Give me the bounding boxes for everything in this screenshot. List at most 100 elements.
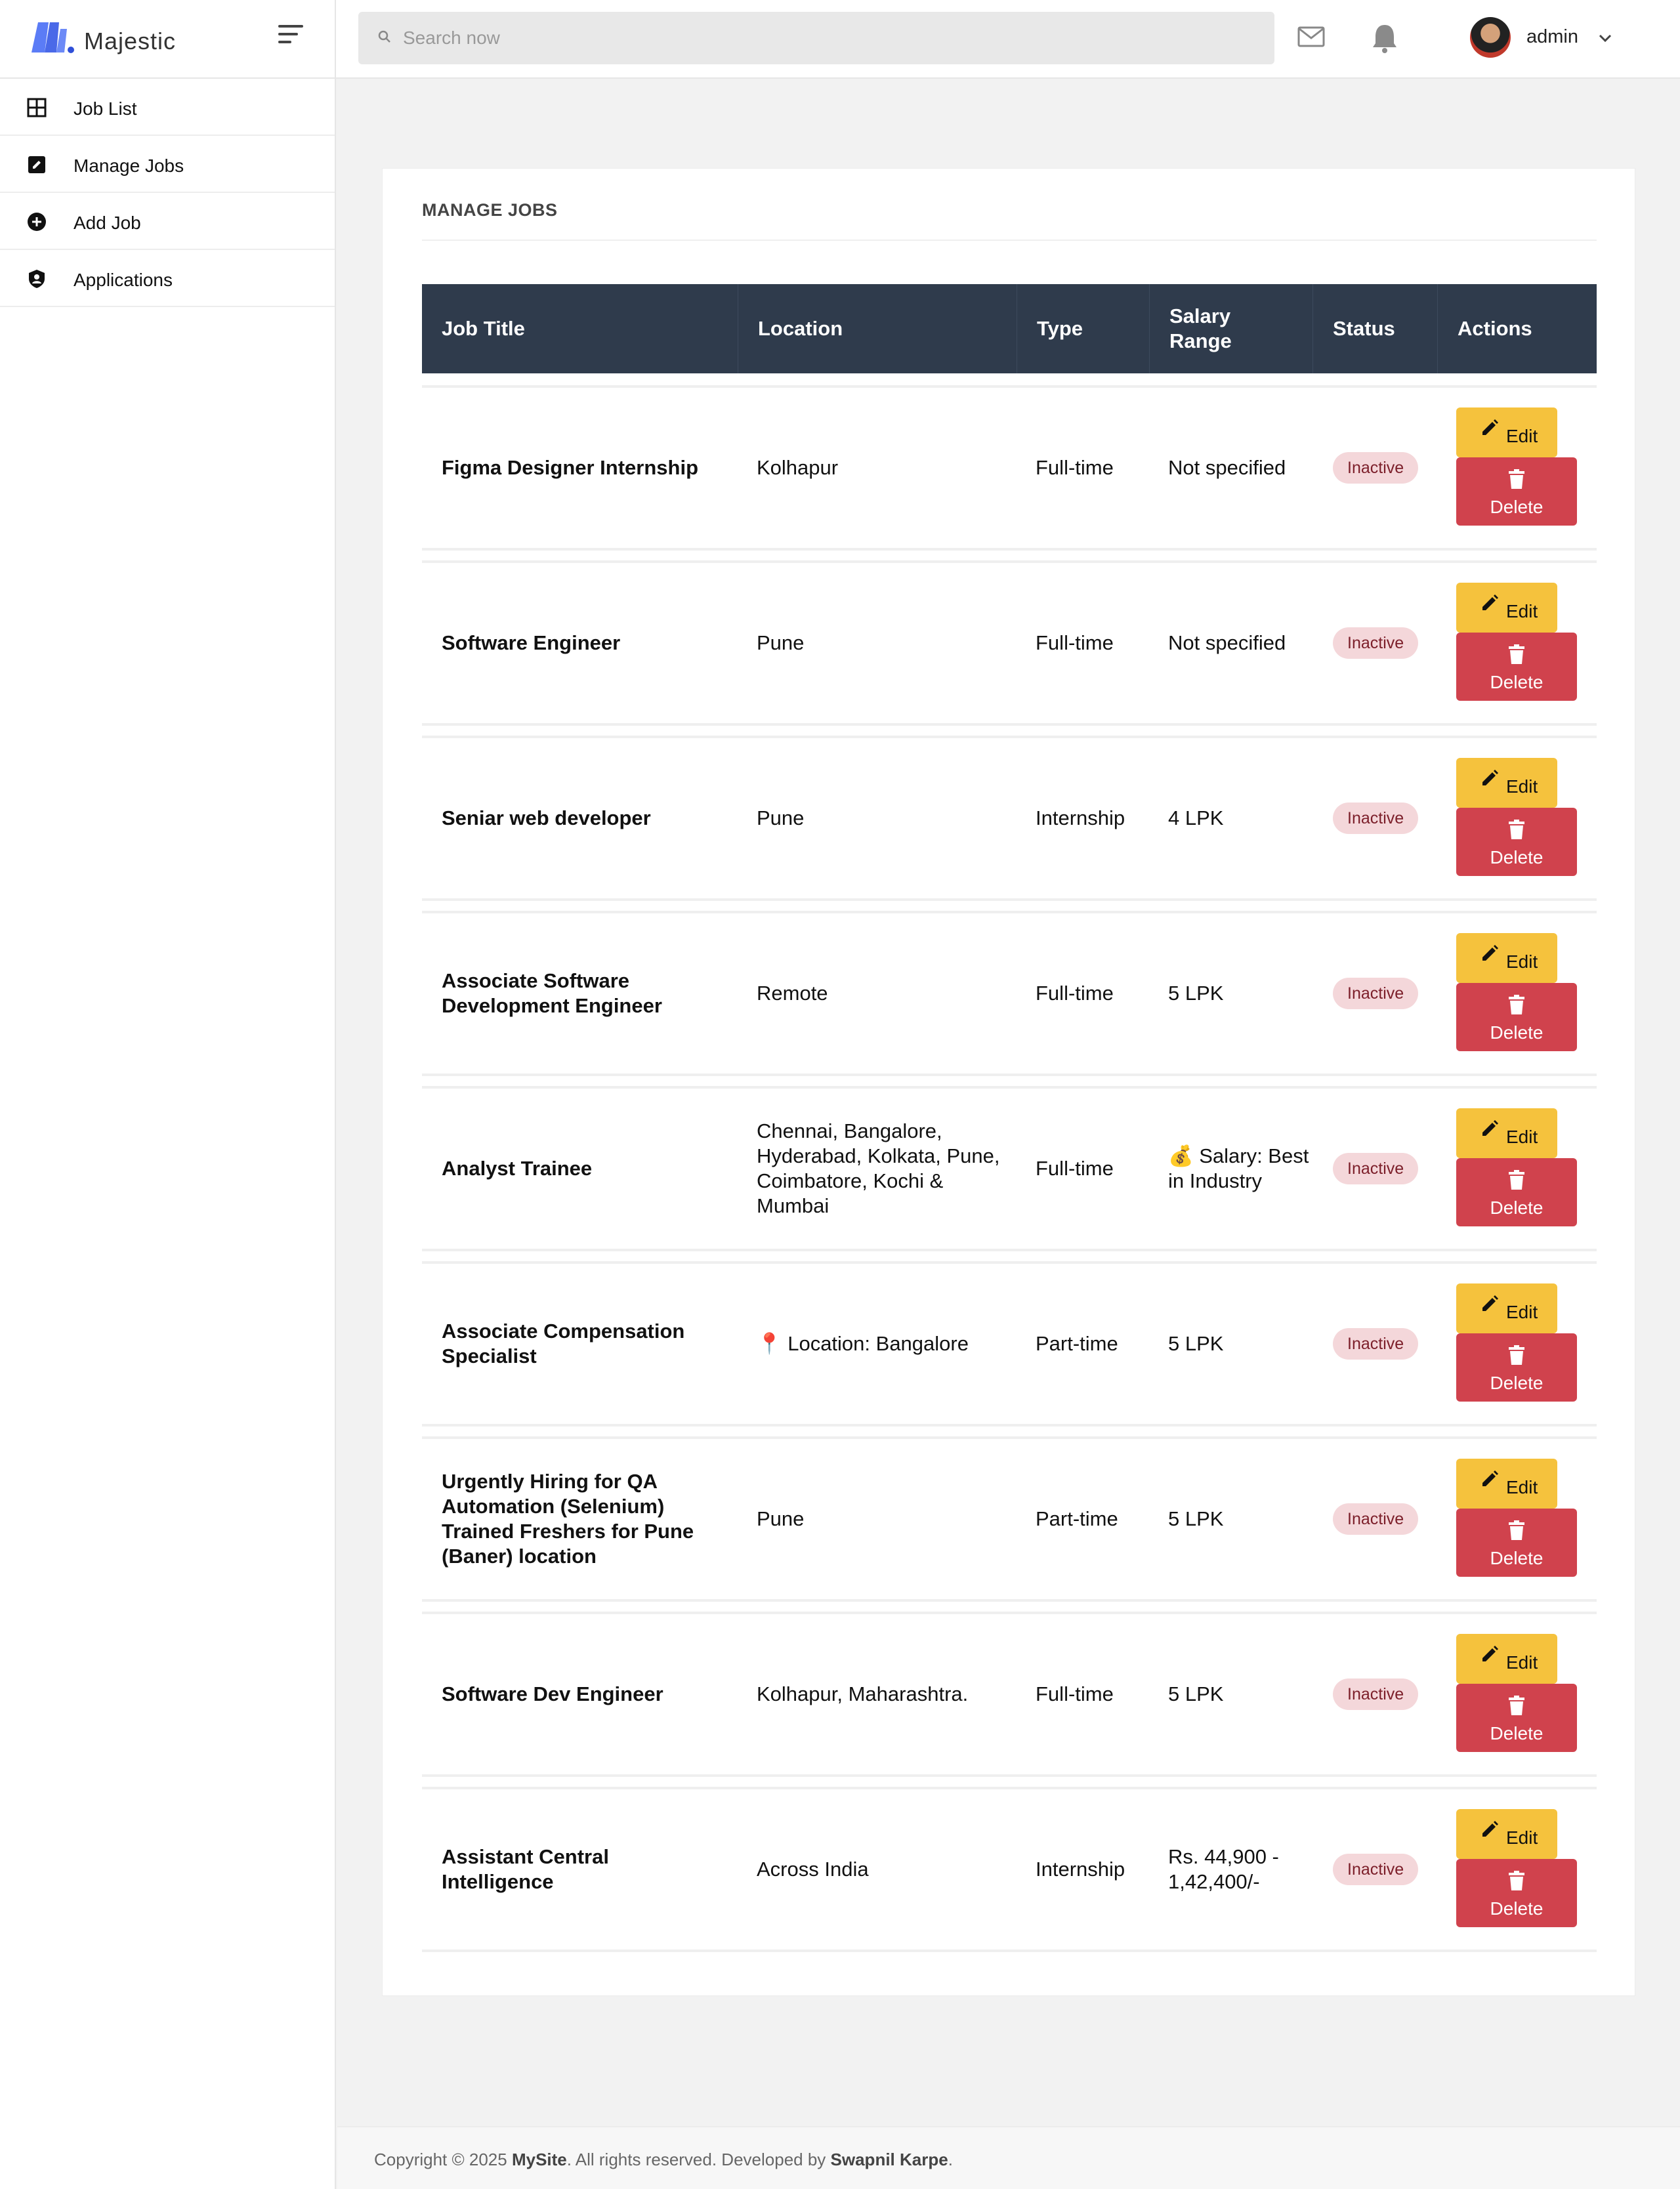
column-header: Salary Range — [1150, 284, 1313, 373]
job-location: 📍 Location: Bangalore — [757, 1332, 969, 1355]
sidebar-item-label: Manage Jobs — [74, 156, 184, 176]
sidebar-item-add-job[interactable]: Add Job — [0, 193, 335, 250]
edit-label: Edit — [1506, 776, 1538, 797]
job-type: Full-time — [1036, 456, 1114, 479]
delete-button[interactable]: Delete — [1456, 1333, 1577, 1402]
pencil-icon — [1480, 768, 1500, 793]
edit-button[interactable]: Edit — [1456, 1809, 1557, 1859]
edit-label: Edit — [1506, 1652, 1538, 1673]
trash-icon — [1508, 644, 1525, 669]
trash-icon — [1508, 1871, 1525, 1895]
salary-range: 5 LPK — [1168, 982, 1224, 1005]
delete-label: Delete — [1490, 847, 1544, 867]
search-bar — [358, 12, 1274, 64]
status-badge: Inactive — [1333, 1153, 1419, 1184]
delete-label: Delete — [1490, 1548, 1544, 1568]
sidebar-item-applications[interactable]: Applications — [0, 250, 335, 307]
edit-button[interactable]: Edit — [1456, 758, 1557, 808]
pencil-icon — [1480, 1644, 1500, 1669]
trash-icon — [1508, 1170, 1525, 1194]
brand-name: Majestic — [84, 28, 177, 54]
job-type: Full-time — [1036, 982, 1114, 1005]
edit-button[interactable]: Edit — [1456, 1459, 1557, 1509]
table-row: Urgently Hiring for QA Automation (Selen… — [422, 1436, 1597, 1602]
logo-icon[interactable] — [29, 20, 76, 58]
pencil-icon — [1480, 1119, 1500, 1143]
delete-label: Delete — [1490, 1898, 1544, 1919]
pencil-icon — [1480, 1469, 1500, 1493]
trash-icon — [1508, 1345, 1525, 1369]
sidebar-item-label: Add Job — [74, 213, 141, 233]
pencil-icon — [1480, 1294, 1500, 1318]
delete-label: Delete — [1490, 1022, 1544, 1043]
status-badge: Inactive — [1333, 1854, 1419, 1885]
edit-button[interactable]: Edit — [1456, 1283, 1557, 1333]
salary-range: 5 LPK — [1168, 1682, 1224, 1705]
mail-icon[interactable] — [1297, 22, 1326, 54]
avatar — [1470, 17, 1511, 58]
pencil-icon — [1480, 944, 1500, 968]
site-name[interactable]: MySite — [512, 2150, 567, 2169]
delete-button[interactable]: Delete — [1456, 983, 1577, 1051]
job-location: Chennai, Bangalore, Hyderabad, Kolkata, … — [757, 1119, 1000, 1217]
column-header: Type — [1017, 284, 1150, 373]
chevron-down-icon — [1596, 29, 1614, 51]
table-row: Software Dev Engineer Kolhapur, Maharasht… — [422, 1612, 1597, 1777]
job-location: Pune — [757, 806, 805, 829]
status-badge: Inactive — [1333, 1503, 1419, 1535]
trash-icon — [1508, 1520, 1525, 1545]
job-type: Part-time — [1036, 1332, 1118, 1355]
menu-toggle-button[interactable] — [278, 25, 304, 51]
edit-label: Edit — [1506, 1477, 1538, 1497]
search-input[interactable] — [403, 12, 1256, 64]
job-location: Pune — [757, 631, 805, 654]
job-location: Remote — [757, 982, 828, 1005]
delete-button[interactable]: Delete — [1456, 808, 1577, 876]
edit-button[interactable]: Edit — [1456, 583, 1557, 633]
salary-range: 5 LPK — [1168, 1507, 1224, 1530]
edit-button[interactable]: Edit — [1456, 1108, 1557, 1158]
edit-button[interactable]: Edit — [1456, 933, 1557, 983]
delete-button[interactable]: Delete — [1456, 633, 1577, 701]
job-type: Part-time — [1036, 1507, 1118, 1530]
job-location: Kolhapur, Maharashtra. — [757, 1682, 969, 1705]
edit-button[interactable]: Edit — [1456, 1634, 1557, 1684]
salary-range: Rs. 44,900 - 1,42,400/- — [1168, 1845, 1279, 1893]
delete-button[interactable]: Delete — [1456, 1509, 1577, 1577]
sidebar-item-job-list[interactable]: Job List — [0, 79, 335, 136]
job-title: Urgently Hiring for QA Automation (Selen… — [442, 1470, 694, 1568]
job-title: Software Engineer — [442, 631, 621, 654]
grid-icon — [26, 97, 47, 121]
delete-button[interactable]: Delete — [1456, 1859, 1577, 1927]
table-row: Software Engineer Pune Full-time Not specif… — [422, 560, 1597, 726]
sidebar: Job List Manage Jobs Add Job Application… — [0, 79, 336, 2189]
footer: Copyright © 2025 MySite. All rights rese… — [337, 2126, 1680, 2189]
sidebar-item-manage-jobs[interactable]: Manage Jobs — [0, 136, 335, 193]
job-title: Figma Designer Internship — [442, 456, 699, 479]
table-row: Analyst Trainee Chennai, Bangalore, Hyder… — [422, 1086, 1597, 1251]
table-row: Seniar web developer Pune Internship 4 LPK I… — [422, 736, 1597, 901]
delete-button[interactable]: Delete — [1456, 1158, 1577, 1226]
edit-button[interactable]: Edit — [1456, 407, 1557, 457]
author-name[interactable]: Swapnil Karpe — [831, 2150, 948, 2169]
job-title: Assistant Central Intelligence — [442, 1845, 609, 1893]
pencil-icon — [1480, 593, 1500, 617]
user-name: admin — [1526, 26, 1578, 47]
salary-range: 5 LPK — [1168, 1332, 1224, 1355]
trash-icon — [1508, 820, 1525, 844]
bell-icon[interactable] — [1370, 22, 1399, 57]
edit-label: Edit — [1506, 426, 1538, 446]
delete-label: Delete — [1490, 1723, 1544, 1743]
trash-icon — [1508, 469, 1525, 493]
job-location: Kolhapur — [757, 456, 839, 479]
edit-square-icon — [26, 154, 47, 178]
table-row: Associate Software Development Engineer R… — [422, 911, 1597, 1076]
trash-icon — [1508, 995, 1525, 1019]
job-title: Seniar web developer — [442, 806, 651, 829]
delete-button[interactable]: Delete — [1456, 1684, 1577, 1752]
delete-button[interactable]: Delete — [1456, 457, 1577, 526]
edit-label: Edit — [1506, 601, 1538, 621]
job-type: Internship — [1036, 1858, 1125, 1881]
delete-label: Delete — [1490, 672, 1544, 692]
salary-range: Not specified — [1168, 631, 1286, 654]
